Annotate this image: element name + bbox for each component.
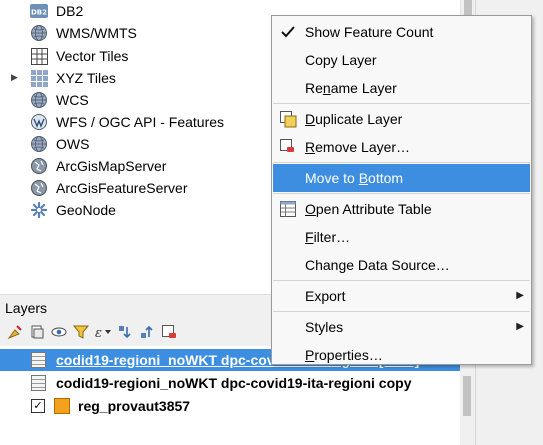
browser-item-arcgisfeatureserver[interactable]: ArcGisFeatureServer — [0, 177, 300, 199]
globe-icon — [30, 24, 48, 42]
xyz-grid-icon — [30, 69, 48, 87]
menu-item-change-data-source[interactable]: Change Data Source… — [273, 251, 530, 279]
globe-icon — [30, 91, 48, 109]
polygon-symbol-icon — [54, 398, 70, 414]
browser-item-ows[interactable]: OWS — [0, 133, 300, 155]
menu-item-label: Change Data Source… — [305, 257, 450, 273]
menu-item-duplicate-layer[interactable]: Duplicate Layer — [273, 105, 530, 133]
wfs-icon — [30, 113, 48, 131]
browser-item-label: OWS — [56, 136, 90, 152]
browser-item-wcs[interactable]: WCS — [0, 89, 300, 111]
grid-icon — [30, 47, 48, 65]
menu-separator — [273, 193, 530, 194]
layer-context-menu: Show Feature Count Copy Layer Rename Layer… — [271, 15, 532, 365]
menu-item-label: Remove Layer… — [305, 139, 411, 155]
browser-item-db2[interactable]: DB2 DB2 — [0, 0, 300, 22]
menu-item-label: Show Feature Count — [305, 24, 434, 40]
expand-all-icon[interactable] — [116, 323, 134, 341]
menu-item-rename-layer[interactable]: Rename Layer — [273, 74, 530, 102]
menu-separator — [273, 162, 530, 163]
menu-item-export[interactable]: Export ▶ — [273, 282, 530, 310]
attribute-table-icon — [279, 200, 297, 218]
submenu-arrow-icon: ▶ — [516, 321, 524, 332]
menu-item-label: Open Attribute Table — [305, 201, 432, 217]
menu-item-filter[interactable]: Filter… — [273, 223, 530, 251]
menu-item-show-feature-count[interactable]: Show Feature Count — [273, 18, 530, 46]
layers-panel-title: Layers — [5, 300, 48, 316]
menu-item-label: Filter… — [305, 229, 351, 245]
menu-item-properties[interactable]: Properties… — [273, 341, 530, 369]
browser-item-label: XYZ Tiles — [56, 70, 116, 86]
browser-item-label: Vector Tiles — [56, 48, 129, 64]
menu-item-open-attribute-table[interactable]: Open Attribute Table — [273, 195, 530, 223]
menu-item-label: Copy Layer — [305, 52, 377, 68]
open-layer-styling-icon[interactable] — [6, 323, 24, 341]
remove-layer-icon[interactable] — [160, 323, 178, 341]
collapse-all-icon[interactable] — [138, 323, 156, 341]
duplicate-layer-icon — [279, 110, 297, 128]
db2-icon: DB2 — [30, 2, 48, 20]
menu-item-styles[interactable]: Styles ▶ — [273, 313, 530, 341]
table-layer-icon — [31, 352, 46, 368]
arcgis-globe-icon — [30, 179, 48, 197]
menu-separator — [273, 311, 530, 312]
svg-text:ε: ε — [95, 326, 102, 340]
arcgis-globe-icon — [30, 157, 48, 175]
menu-item-label: Duplicate Layer — [305, 111, 403, 127]
browser-item-geonode[interactable]: GeoNode — [0, 199, 300, 221]
submenu-arrow-icon: ▶ — [516, 290, 524, 301]
filter-expression-icon[interactable]: ε — [94, 323, 112, 341]
browser-item-vector-tiles[interactable]: Vector Tiles — [0, 45, 300, 67]
browser-item-label: ArcGisMapServer — [56, 158, 167, 174]
menu-item-label: Export — [305, 288, 346, 304]
table-layer-icon — [31, 375, 46, 391]
checkmark-icon — [279, 23, 297, 41]
browser-item-label: WCS — [56, 92, 89, 108]
menu-item-label: Move to Bottom — [305, 170, 404, 186]
menu-item-label: Rename Layer — [305, 80, 397, 96]
menu-item-remove-layer[interactable]: Remove Layer… — [273, 133, 530, 161]
menu-item-copy-layer[interactable]: Copy Layer — [273, 46, 530, 74]
geonode-icon — [30, 201, 48, 219]
remove-layer-icon — [279, 138, 297, 156]
layer-name: reg_provaut3857 — [78, 398, 191, 414]
expand-arrow-icon[interactable]: ▶ — [11, 72, 18, 83]
browser-item-xyz-tiles[interactable]: ▶ XYZ Tiles — [0, 67, 300, 89]
menu-separator — [273, 103, 530, 104]
layer-row[interactable]: ✓ reg_provaut3857 — [0, 395, 460, 417]
browser-item-arcgismapserver[interactable]: ArcGisMapServer — [0, 155, 300, 177]
browser-item-wms-wmts[interactable]: WMS/WMTS — [0, 22, 300, 44]
menu-item-label: Styles — [305, 319, 344, 335]
browser-item-label: DB2 — [56, 3, 84, 19]
menu-separator — [273, 280, 530, 281]
svg-text:DB2: DB2 — [31, 9, 47, 17]
menu-item-move-to-bottom[interactable]: Move to Bottom — [273, 164, 530, 192]
browser-item-label: GeoNode — [56, 202, 116, 218]
layer-row[interactable]: codid19-regioni_noWKT dpc-covid19-ita-re… — [0, 372, 460, 394]
globe-icon — [30, 135, 48, 153]
browser-item-label: ArcGisFeatureServer — [56, 180, 188, 196]
filter-legend-icon[interactable] — [72, 323, 90, 341]
layer-name: codid19-regioni_noWKT dpc-covid19-ita-re… — [56, 375, 412, 391]
browser-item-label: WMS/WMTS — [56, 25, 137, 41]
browser-item-label: WFS / OGC API - Features — [56, 114, 225, 130]
layers-scrollbar-thumb[interactable] — [463, 376, 471, 416]
manage-visibility-icon[interactable] — [50, 323, 68, 341]
add-group-icon[interactable] — [28, 323, 46, 341]
layer-visibility-checkbox[interactable]: ✓ — [31, 399, 45, 413]
menu-item-label: Properties… — [305, 347, 383, 363]
browser-item-wfs-ogc-api-features[interactable]: WFS / OGC API - Features — [0, 111, 300, 133]
